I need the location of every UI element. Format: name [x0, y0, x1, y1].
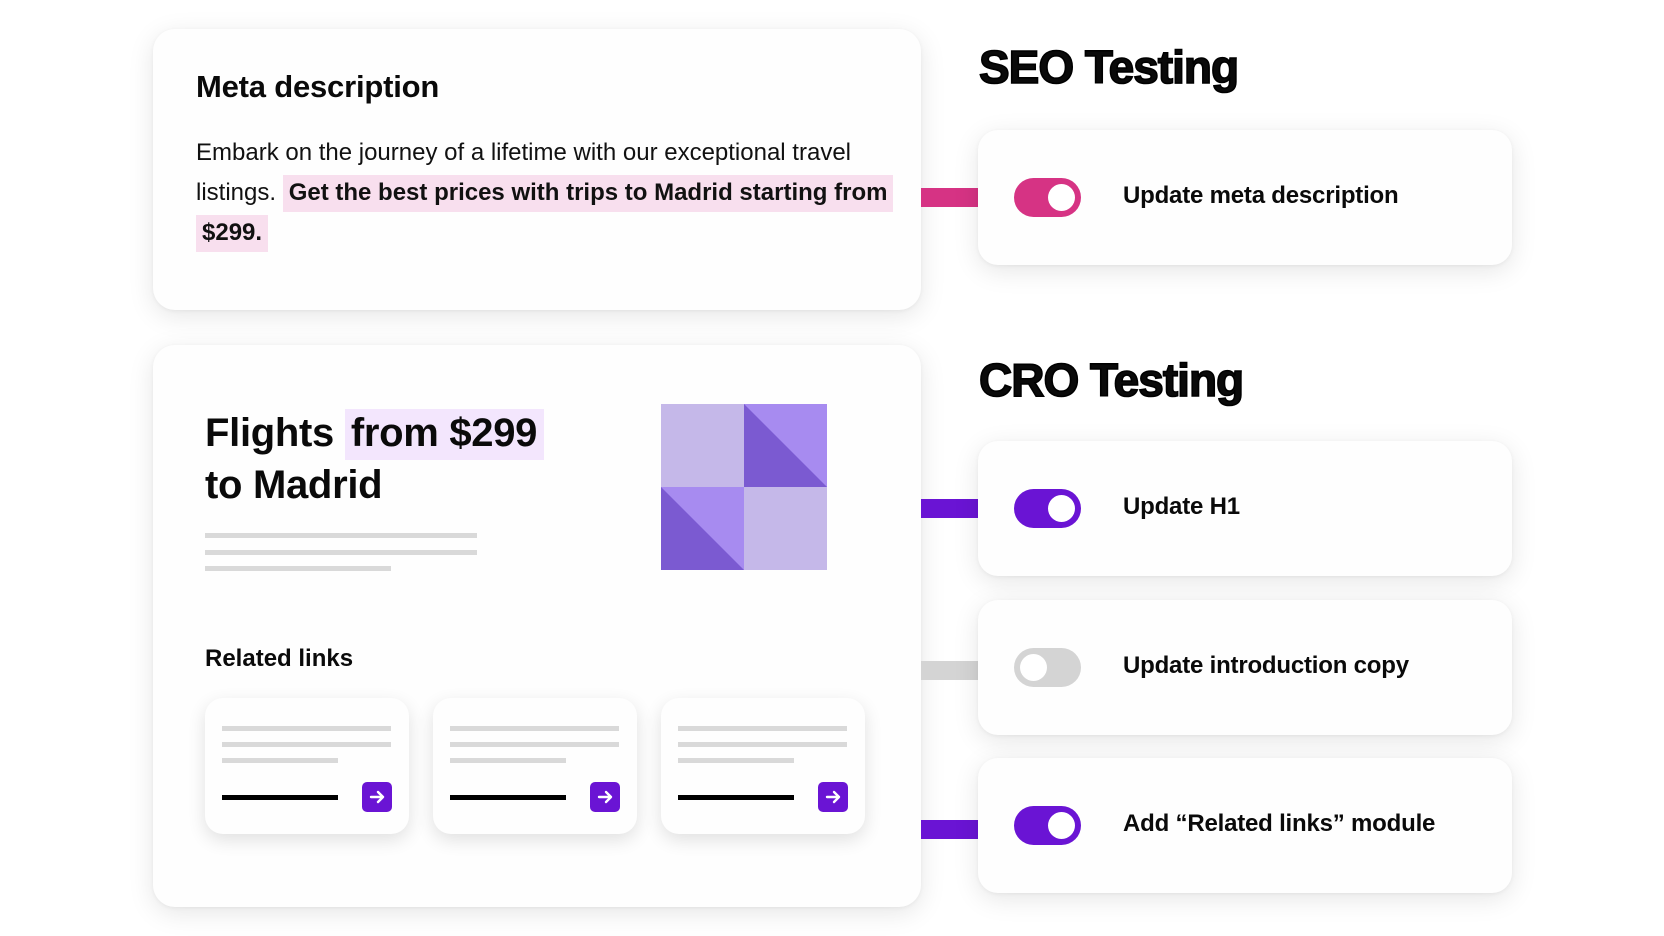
related-link-card[interactable]	[433, 698, 637, 834]
cro-testing-title: CRO Testing	[978, 353, 1245, 407]
related-link-arrow-button[interactable]	[590, 782, 620, 812]
h1-highlighted-text: from $299	[344, 409, 545, 460]
intro-placeholder-line	[205, 533, 477, 538]
graphic-tile-bottom-right	[744, 487, 827, 570]
add-related-links-module-toggle[interactable]	[1014, 806, 1081, 845]
placeholder-line	[678, 726, 847, 731]
cro-h1-connector	[921, 499, 978, 518]
meta-description-highlighted-text: Get the best prices with trips to Madrid…	[196, 175, 894, 252]
placeholder-line	[450, 742, 619, 747]
toggle-knob	[1048, 812, 1075, 839]
meta-description-card: Meta description Embark on the journey o…	[153, 29, 921, 310]
placeholder-line	[678, 758, 794, 763]
seo-meta-connector	[921, 188, 978, 207]
placeholder-line	[678, 742, 847, 747]
h1-plain-text: Flights	[205, 411, 345, 455]
page-h1: Flights from $299 to Madrid	[205, 407, 545, 511]
meta-description-title: Meta description	[196, 69, 440, 104]
hero-image-graphic	[661, 404, 827, 570]
link-title-placeholder	[222, 795, 338, 800]
intro-placeholder-line	[205, 550, 477, 555]
seo-testing-title: SEO Testing	[978, 40, 1240, 94]
graphic-tile-top-left	[661, 404, 744, 487]
related-link-arrow-button[interactable]	[362, 782, 392, 812]
intro-placeholder-line	[205, 566, 391, 571]
placeholder-line	[450, 726, 619, 731]
arrow-right-icon	[825, 790, 841, 804]
cro-intro-connector	[921, 661, 978, 680]
update-introduction-copy-toggle[interactable]	[1014, 648, 1081, 687]
cro-test-item: Update H1	[978, 441, 1512, 576]
seo-test-item: Update meta description	[978, 130, 1512, 265]
cro-item-label: Update introduction copy	[1123, 652, 1409, 679]
arrow-right-icon	[369, 790, 385, 804]
cro-test-item: Add “Related links” module	[978, 758, 1512, 893]
meta-description-text: Embark on the journey of a lifetime with…	[196, 133, 896, 253]
cro-test-item: Update introduction copy	[978, 600, 1512, 735]
cro-item-label: Add “Related links” module	[1123, 810, 1436, 837]
toggle-knob	[1020, 654, 1047, 681]
link-title-placeholder	[678, 795, 794, 800]
placeholder-line	[222, 758, 338, 763]
seo-item-label: Update meta description	[1123, 182, 1399, 209]
related-link-card[interactable]	[661, 698, 865, 834]
cro-item-label: Update H1	[1123, 493, 1240, 520]
toggle-knob	[1048, 184, 1075, 211]
related-link-arrow-button[interactable]	[818, 782, 848, 812]
cro-related-connector	[921, 820, 978, 839]
page-preview-card: Flights from $299 to Madrid Related link…	[153, 345, 921, 907]
placeholder-line	[222, 742, 391, 747]
related-links-title: Related links	[205, 645, 354, 672]
link-title-placeholder	[450, 795, 566, 800]
update-meta-description-toggle[interactable]	[1014, 178, 1081, 217]
arrow-right-icon	[597, 790, 613, 804]
placeholder-line	[222, 726, 391, 731]
related-link-card[interactable]	[205, 698, 409, 834]
update-h1-toggle[interactable]	[1014, 489, 1081, 528]
toggle-knob	[1048, 495, 1075, 522]
placeholder-line	[450, 758, 566, 763]
h1-line-2: to Madrid	[205, 463, 383, 507]
